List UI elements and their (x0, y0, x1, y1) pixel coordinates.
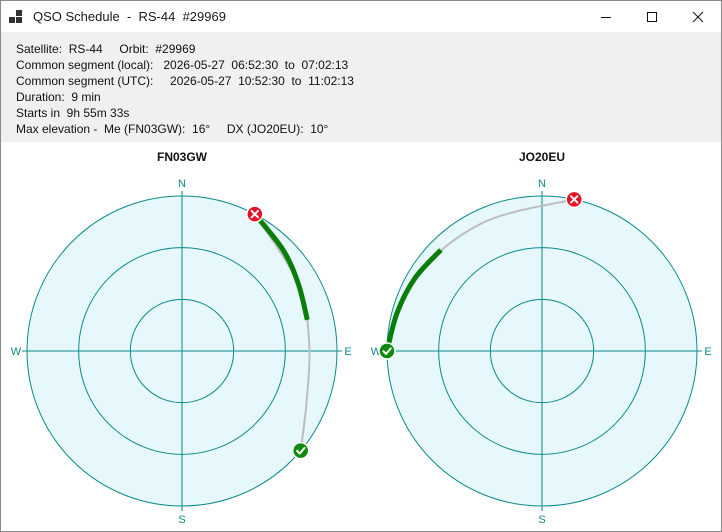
schedule-info-panel: Satellite: RS-44 Orbit: #29969 Common se… (1, 32, 721, 142)
check-icon-circle (378, 342, 396, 360)
close-button[interactable] (675, 1, 721, 32)
compass-west-label: W (11, 346, 22, 358)
app-grid-icon (9, 10, 22, 23)
compass-east-label: E (344, 346, 351, 358)
compass-east-label: E (704, 346, 711, 358)
starts-in-line: Starts in 9h 55m 33s (16, 106, 130, 120)
satellite-orbit-line: Satellite: RS-44 Orbit: #29969 (16, 42, 196, 56)
pass-start-check-icon (291, 441, 310, 460)
common-segment-local-line: Common segment (local): 2026-05-27 06:52… (16, 58, 349, 72)
compass-south-label: S (538, 514, 545, 526)
common-segment-utc-line: Common segment (UTC): 2026-05-27 10:52:3… (16, 74, 354, 88)
qso-schedule-window: QSO Schedule - RS-44 #29969 Satellite: R… (0, 0, 722, 532)
compass-north-label: N (178, 178, 186, 190)
close-icon (692, 11, 704, 22)
max-elevation-line: Max elevation - Me (FN03GW): 16° DX (JO2… (16, 122, 329, 136)
polar-chart-left: FN03GW N S E W (11, 150, 352, 526)
chart-title-right: JO20EU (519, 150, 565, 164)
pass-end-x-icon (565, 190, 583, 209)
maximize-button[interactable] (629, 1, 675, 32)
window-title: QSO Schedule - RS-44 #29969 (33, 9, 226, 24)
pass-end-x-icon (246, 205, 264, 223)
compass-south-label: S (178, 514, 185, 526)
minimize-icon (601, 16, 611, 18)
minimize-button[interactable] (583, 1, 629, 32)
polar-charts-area: FN03GW N S E W JO20EU N S E W (1, 142, 721, 531)
title-bar[interactable]: QSO Schedule - RS-44 #29969 (1, 1, 721, 32)
polar-chart-right: JO20EUNSEW (371, 150, 712, 526)
compass-north-label: N (538, 178, 546, 190)
polar-charts-svg: FN03GW N S E W JO20EU N S E W (11, 150, 712, 526)
maximize-icon (647, 11, 657, 22)
duration-line: Duration: 9 min (16, 90, 101, 104)
check-icon-circle (291, 441, 310, 460)
pass-start-check-icon (378, 342, 396, 360)
chart-title-left: FN03GW (157, 150, 208, 164)
